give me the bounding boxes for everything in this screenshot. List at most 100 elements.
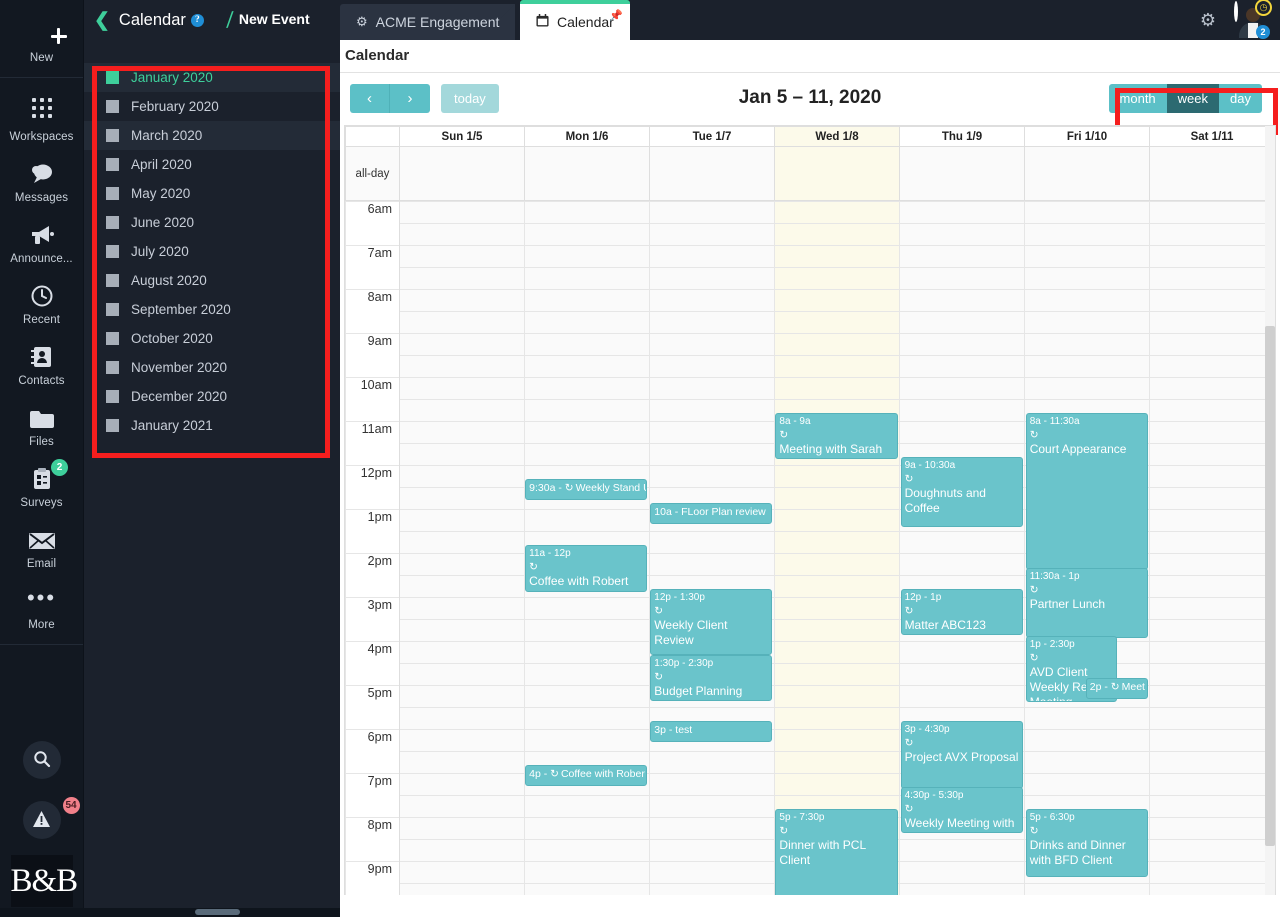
- time-slot-cell[interactable]: [1024, 707, 1150, 730]
- time-slot-cell[interactable]: [524, 817, 650, 840]
- time-slot-cell[interactable]: [649, 795, 775, 818]
- time-slot-cell[interactable]: [649, 531, 775, 554]
- rail-item-surveys[interactable]: 2 Surveys: [0, 455, 83, 516]
- calendar-event[interactable]: 3p - test: [650, 721, 773, 742]
- time-slot-cell[interactable]: [1024, 201, 1150, 224]
- time-slot-cell[interactable]: [899, 267, 1025, 290]
- calendar-event[interactable]: 4:30p - 5:30p↻Weekly Meeting with JKL Cl…: [900, 787, 1023, 833]
- time-slot-cell[interactable]: [399, 289, 525, 312]
- time-slot-cell[interactable]: [1149, 333, 1275, 356]
- time-slot-cell[interactable]: [399, 377, 525, 400]
- time-slot-cell[interactable]: [399, 663, 525, 686]
- time-slot-cell[interactable]: [1149, 861, 1275, 884]
- chevron-left-icon[interactable]: ❮: [94, 9, 110, 32]
- rail-item-email[interactable]: Email: [0, 516, 83, 577]
- calendar-event[interactable]: 11a - 12p ↻ Coffee with Robert: [525, 545, 648, 592]
- time-slot-cell[interactable]: [774, 773, 900, 796]
- pin-icon[interactable]: 📌: [609, 9, 623, 22]
- time-slot-cell[interactable]: [1149, 641, 1275, 664]
- rail-item-announcements[interactable]: Announce...: [0, 211, 83, 272]
- gear-icon[interactable]: ⚙: [1200, 10, 1216, 31]
- month-item-march-2020[interactable]: March 2020: [84, 121, 340, 150]
- time-slot-cell[interactable]: [399, 641, 525, 664]
- day-header-sun[interactable]: Sun 1/5: [399, 126, 525, 147]
- rail-item-contacts[interactable]: Contacts: [0, 333, 83, 394]
- time-slot-cell[interactable]: [774, 641, 900, 664]
- time-slot-cell[interactable]: [1149, 685, 1275, 708]
- time-slot-cell[interactable]: [399, 685, 525, 708]
- time-slot-cell[interactable]: [1024, 333, 1150, 356]
- calendar-event[interactable]: 2p - ↻ Meet: [1085, 678, 1148, 699]
- time-slot-cell[interactable]: [899, 399, 1025, 422]
- time-slot-cell[interactable]: [1024, 223, 1150, 246]
- time-slot-cell[interactable]: [899, 861, 1025, 884]
- time-slot-cell[interactable]: [649, 751, 775, 774]
- time-slot-cell[interactable]: [649, 421, 775, 444]
- time-slot-cell[interactable]: [1149, 707, 1275, 730]
- month-item-june-2020[interactable]: June 2020: [84, 208, 340, 237]
- time-slot-cell[interactable]: [1024, 729, 1150, 752]
- time-slot-cell[interactable]: [1149, 465, 1275, 488]
- time-slot-cell[interactable]: [899, 531, 1025, 554]
- time-slot-cell[interactable]: [524, 883, 650, 895]
- time-slot-cell[interactable]: [899, 377, 1025, 400]
- all-day-cell-sun[interactable]: [399, 146, 525, 201]
- time-slot-cell[interactable]: [774, 487, 900, 510]
- time-slot-cell[interactable]: [774, 663, 900, 686]
- time-slot-cell[interactable]: [774, 509, 900, 532]
- day-header-sat[interactable]: Sat 1/11: [1149, 126, 1275, 147]
- time-slot-cell[interactable]: [524, 685, 650, 708]
- help-icon[interactable]: ?: [190, 13, 204, 27]
- time-slot-cell[interactable]: [399, 553, 525, 576]
- time-slot-cell[interactable]: [399, 839, 525, 862]
- time-slot-cell[interactable]: [774, 575, 900, 598]
- all-day-cell-mon[interactable]: [524, 146, 650, 201]
- time-slot-cell[interactable]: [899, 663, 1025, 686]
- time-slot-cell[interactable]: [899, 839, 1025, 862]
- all-day-cell-thu[interactable]: [899, 146, 1025, 201]
- horizontal-scrollbar-track[interactable]: [0, 908, 340, 917]
- time-slot-cell[interactable]: [524, 245, 650, 268]
- time-slot-cell[interactable]: [399, 619, 525, 642]
- time-slot-cell[interactable]: [774, 465, 900, 488]
- time-slot-cell[interactable]: [1149, 509, 1275, 532]
- time-slot-cell[interactable]: [1149, 267, 1275, 290]
- time-slot-cell[interactable]: [649, 839, 775, 862]
- tab-acme-engagement[interactable]: ⚙ ACME Engagement: [340, 4, 516, 40]
- time-slot-cell[interactable]: [649, 861, 775, 884]
- day-header-wed[interactable]: Wed 1/8: [774, 126, 900, 147]
- time-slot-cell[interactable]: [649, 399, 775, 422]
- calendar-event[interactable]: 8a - 11:30a ↻ Court Appearance: [1025, 413, 1148, 570]
- calendar-event[interactable]: 8a - 9a ↻ Meeting with Sarah: [775, 413, 898, 459]
- time-slot-cell[interactable]: [1024, 883, 1150, 895]
- day-header-mon[interactable]: Mon 1/6: [524, 126, 650, 147]
- time-slot-cell[interactable]: [399, 773, 525, 796]
- time-slot-cell[interactable]: [1024, 311, 1150, 334]
- time-slot-cell[interactable]: [1149, 597, 1275, 620]
- time-slot-cell[interactable]: [774, 201, 900, 224]
- rail-item-recent[interactable]: Recent: [0, 272, 83, 333]
- search-button[interactable]: [22, 741, 61, 779]
- time-slot-cell[interactable]: [524, 267, 650, 290]
- time-slot-cell[interactable]: [399, 245, 525, 268]
- time-slot-cell[interactable]: [524, 795, 650, 818]
- time-slot-cell[interactable]: [774, 729, 900, 752]
- time-slot-cell[interactable]: [524, 377, 650, 400]
- time-slot-cell[interactable]: [524, 201, 650, 224]
- time-slot-cell[interactable]: [1149, 245, 1275, 268]
- time-slot-cell[interactable]: [524, 619, 650, 642]
- time-slot-cell[interactable]: [524, 289, 650, 312]
- month-item-september-2020[interactable]: September 2020: [84, 295, 340, 324]
- time-slot-cell[interactable]: [899, 641, 1025, 664]
- time-slot-cell[interactable]: [1149, 663, 1275, 686]
- time-slot-cell[interactable]: [774, 751, 900, 774]
- month-item-october-2020[interactable]: October 2020: [84, 324, 340, 353]
- time-slot-cell[interactable]: [399, 465, 525, 488]
- horizontal-scrollbar-thumb[interactable]: [195, 909, 240, 915]
- time-slot-cell[interactable]: [899, 289, 1025, 312]
- time-slot-cell[interactable]: [399, 795, 525, 818]
- time-slot-cell[interactable]: [899, 553, 1025, 576]
- time-slot-cell[interactable]: [774, 619, 900, 642]
- time-slot-cell[interactable]: [399, 751, 525, 774]
- time-slot-cell[interactable]: [399, 333, 525, 356]
